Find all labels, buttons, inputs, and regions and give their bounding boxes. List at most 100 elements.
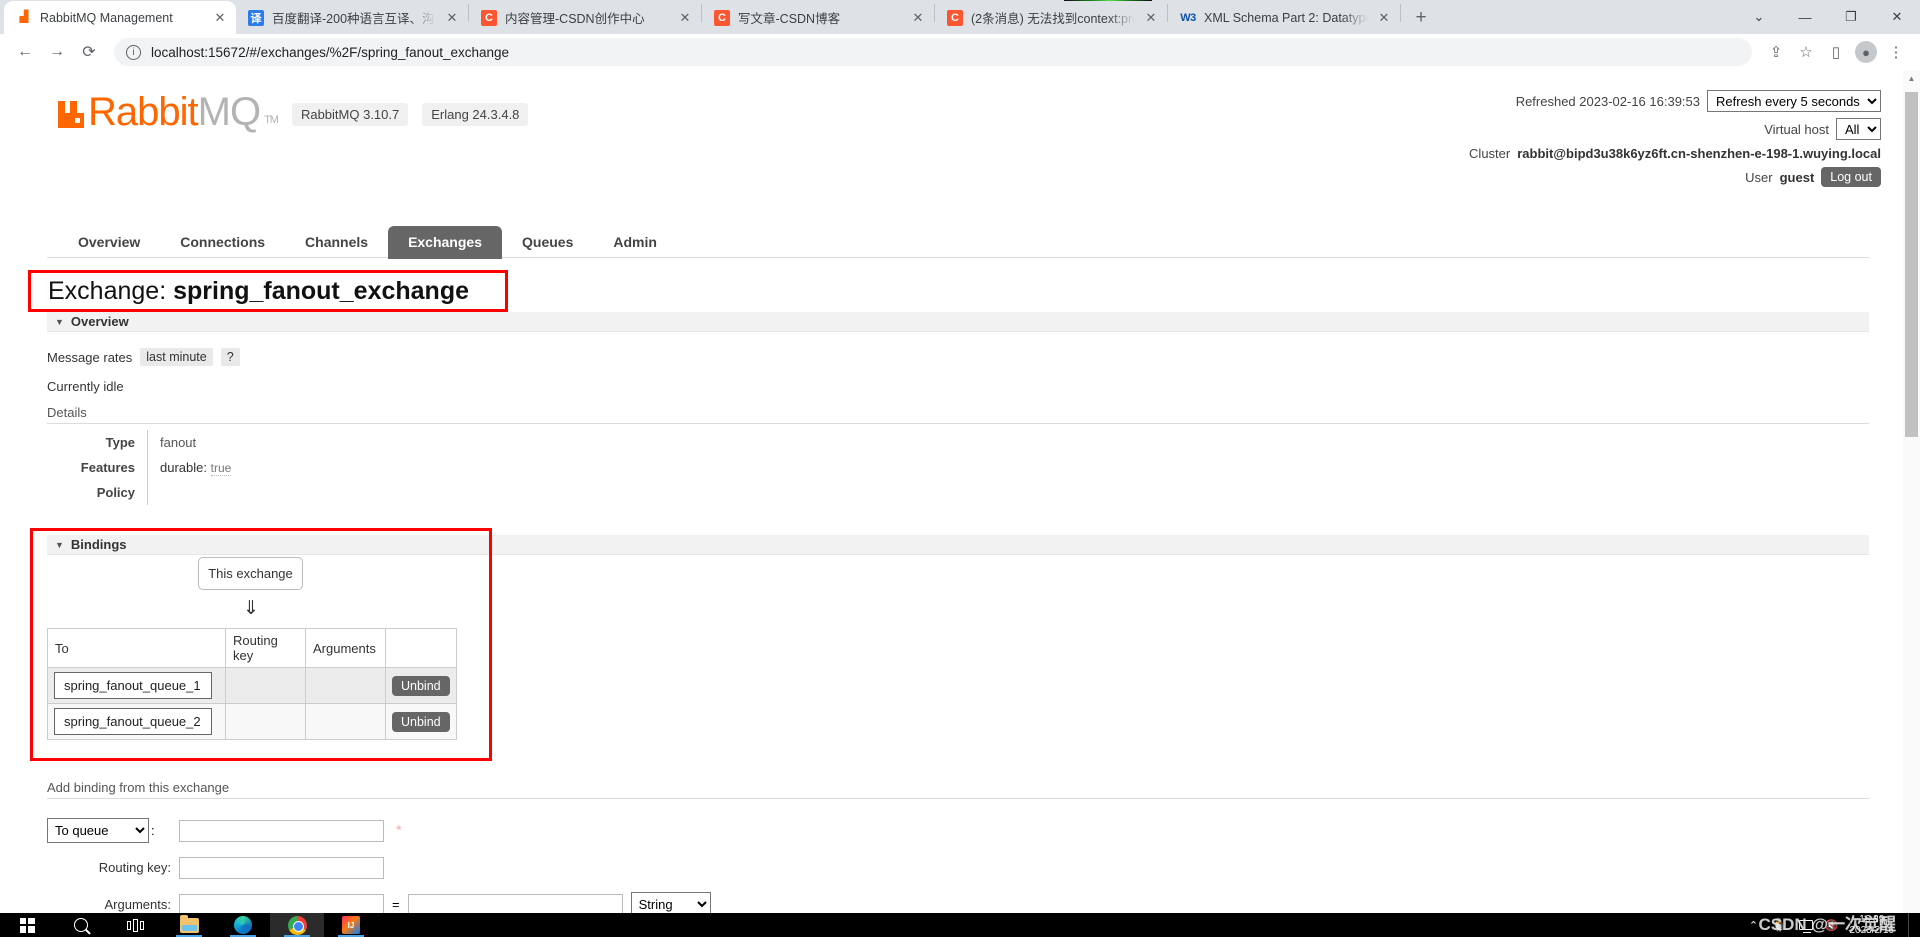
rabbitmq-header: Rabbit MQ TM RabbitMQ 3.10.7 Erlang 24.3…: [0, 70, 1903, 187]
details-key: Features: [80, 460, 135, 475]
chrome-button[interactable]: [270, 913, 324, 937]
queue-link[interactable]: spring_fanout_queue_1: [54, 672, 212, 699]
scroll-up-arrow[interactable]: ▲: [1903, 70, 1920, 87]
start-button[interactable]: [0, 913, 54, 937]
cluster-name: rabbit@bipd3u38k6yz6ft.cn-shenzhen-e-198…: [1517, 146, 1881, 161]
destination-row: To queue : *: [47, 815, 711, 846]
table-row: spring_fanout_queue_1 Unbind: [47, 667, 457, 704]
idle-status-text: Currently idle: [47, 379, 124, 394]
queue-link[interactable]: spring_fanout_queue_2: [54, 708, 212, 735]
refresh-interval-select[interactable]: Refresh every 5 seconds: [1707, 90, 1881, 112]
rabbitmq-logo[interactable]: Rabbit MQ TM: [58, 92, 279, 132]
chevron-down-icon[interactable]: ⌄: [1736, 0, 1782, 34]
browser-tab-xml-schema[interactable]: W3 XML Schema Part 2: Datatypes ✕: [1168, 1, 1400, 34]
column-routing-key[interactable]: Routing key: [225, 628, 306, 668]
column-actions: [385, 628, 457, 668]
arguments-value-input[interactable]: [407, 893, 623, 913]
details-value: durable: true: [147, 455, 387, 480]
edge-button[interactable]: [216, 913, 270, 937]
required-marker: *: [396, 822, 402, 839]
minimize-button[interactable]: —: [1782, 0, 1828, 34]
browser-tab-rabbitmq[interactable]: ▟ RabbitMQ Management ✕: [4, 1, 236, 34]
browser-tab-csdn-content[interactable]: C 内容管理-CSDN创作中心 ✕: [469, 1, 701, 34]
routing-key-input[interactable]: [179, 856, 384, 879]
routing-key-label: Routing key:: [98, 860, 171, 875]
vhost-select[interactable]: All: [1836, 118, 1881, 140]
windows-taskbar: IJ ⌃ 🐧 🔇 16:39 2023/2/16: [0, 913, 1920, 937]
intellij-idea-icon: IJ: [342, 916, 360, 934]
close-icon[interactable]: ✕: [677, 10, 693, 26]
destination-input[interactable]: [179, 819, 384, 842]
address-bar[interactable]: i localhost:15672/#/exchanges/%2F/spring…: [114, 38, 1752, 66]
routing-key-row: Routing key:: [47, 852, 711, 883]
sidepanel-icon[interactable]: ▯: [1822, 38, 1850, 66]
reload-button[interactable]: ⟳: [74, 37, 104, 67]
tab-strip: ▟ RabbitMQ Management ✕ 译 百度翻译-200种语言互译、…: [0, 0, 1920, 34]
intellij-button[interactable]: IJ: [324, 913, 378, 937]
window-controls: ⌄ — ❐ ✕: [1736, 0, 1920, 34]
show-desktop-button[interactable]: [1908, 913, 1914, 937]
details-label: Details: [47, 405, 1869, 424]
back-button[interactable]: ←: [10, 37, 40, 67]
taskbar-items: IJ: [0, 913, 378, 937]
column-to[interactable]: To: [47, 628, 226, 668]
help-icon[interactable]: ?: [220, 348, 240, 366]
overview-section-header[interactable]: ▼ Overview: [47, 312, 1869, 332]
nav-tab-admin[interactable]: Admin: [593, 226, 677, 259]
unbind-button[interactable]: Unbind: [392, 675, 450, 696]
feature-key: durable:: [160, 460, 207, 475]
message-rates-row: Message rates last minute ?: [47, 348, 240, 366]
arguments-label: Arguments:: [104, 897, 171, 912]
close-icon[interactable]: ✕: [444, 10, 460, 26]
page-title: Exchange: spring_fanout_exchange: [31, 277, 469, 306]
search-button[interactable]: [54, 913, 108, 937]
scrollbar-thumb[interactable]: [1905, 92, 1918, 437]
column-arguments[interactable]: Arguments: [305, 628, 386, 668]
close-window-button[interactable]: ✕: [1874, 0, 1920, 34]
chevron-down-icon: ▼: [55, 316, 64, 327]
down-arrow-icon: ⇓: [243, 598, 259, 619]
file-explorer-button[interactable]: [162, 913, 216, 937]
close-icon[interactable]: ✕: [1376, 10, 1392, 26]
browser-tab-baidu-translate[interactable]: 译 百度翻译-200种语言互译、沟通 ✕: [236, 1, 468, 34]
close-icon[interactable]: ✕: [910, 10, 926, 26]
nav-tab-overview[interactable]: Overview: [58, 226, 160, 259]
share-icon[interactable]: ⇪: [1762, 38, 1790, 66]
csdn-icon: C: [481, 9, 497, 26]
chevron-down-icon: ▼: [55, 539, 64, 550]
nav-tab-queues[interactable]: Queues: [502, 226, 593, 259]
arguments-key-input[interactable]: [179, 893, 384, 913]
edge-icon: [234, 916, 252, 934]
browser-tab-csdn-write[interactable]: C 写文章-CSDN博客 ✕: [702, 1, 934, 34]
nav-tab-channels[interactable]: Channels: [285, 226, 388, 259]
bookmark-star-icon[interactable]: ☆: [1792, 38, 1820, 66]
close-icon[interactable]: ✕: [212, 10, 228, 26]
task-view-button[interactable]: [108, 913, 162, 937]
maximize-button[interactable]: ❐: [1828, 0, 1874, 34]
unbind-button[interactable]: Unbind: [392, 711, 450, 732]
new-tab-button[interactable]: +: [1407, 3, 1435, 31]
logo-tm-text: TM: [264, 114, 279, 126]
arguments-type-select[interactable]: String: [630, 892, 711, 913]
page-viewport: Rabbit MQ TM RabbitMQ 3.10.7 Erlang 24.3…: [0, 70, 1920, 913]
close-icon[interactable]: ✕: [1143, 10, 1159, 26]
nav-tab-connections[interactable]: Connections: [160, 226, 285, 259]
message-rates-period-chip[interactable]: last minute: [140, 348, 213, 366]
rabbitmq-mark-icon: [58, 95, 84, 128]
bindings-section-header[interactable]: ▼ Bindings: [47, 535, 1869, 555]
profile-icon[interactable]: ●: [1852, 38, 1880, 66]
browser-tab-csdn-message[interactable]: C (2条消息) 无法找到context:prop ✕: [935, 1, 1167, 34]
main-navigation: Overview Connections Channels Exchanges …: [58, 226, 677, 259]
logout-button[interactable]: Log out: [1821, 167, 1881, 187]
binding-destination-type-select[interactable]: To queue: [47, 818, 149, 843]
tab-title: 写文章-CSDN博客: [738, 12, 841, 26]
rabbitmq-version-badge: RabbitMQ 3.10.7: [291, 103, 409, 126]
page-scrollbar[interactable]: ▲: [1903, 70, 1920, 913]
forward-button[interactable]: →: [42, 37, 72, 67]
site-info-icon[interactable]: i: [126, 44, 141, 60]
nav-tab-exchanges[interactable]: Exchanges: [388, 226, 502, 259]
binding-to-cell: spring_fanout_queue_2: [47, 703, 226, 740]
more-menu-icon[interactable]: ⋮: [1882, 38, 1910, 66]
csdn-icon: C: [947, 9, 963, 26]
details-row-features: Features durable: true: [47, 455, 387, 480]
